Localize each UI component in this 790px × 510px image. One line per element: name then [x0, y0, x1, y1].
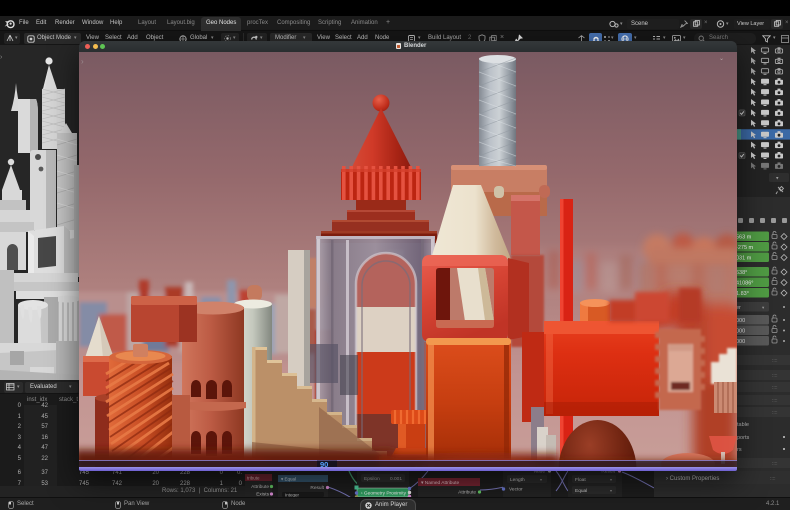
svg-text:tribute: tribute	[247, 476, 260, 481]
svg-text:Vector: Vector	[509, 487, 523, 493]
svg-text:563 m: 563 m	[736, 235, 752, 241]
svg-text:▾: ▾	[610, 488, 612, 493]
svg-text:::::: ::::	[772, 398, 778, 404]
svg-text:Attribute: Attribute	[251, 484, 269, 490]
svg-text:::::: ::::	[772, 385, 778, 391]
svg-text:›: ›	[0, 54, 3, 61]
svg-text:rs: rs	[737, 447, 742, 453]
svg-text:Attribute: Attribute	[458, 490, 476, 496]
svg-text:::::: ::::	[772, 410, 778, 416]
svg-text:› Custom Properties: › Custom Properties	[666, 476, 719, 482]
svg-text:0.001: 0.001	[390, 476, 402, 482]
svg-text:000: 000	[736, 339, 745, 345]
svg-text:::::: ::::	[772, 373, 778, 379]
svg-text:table: table	[737, 422, 749, 428]
svg-text:⌄: ⌄	[719, 56, 724, 62]
svg-text:638°: 638°	[736, 270, 747, 276]
svg-text:Length: Length	[510, 477, 525, 483]
svg-text:▾ Equal: ▾ Equal	[281, 477, 296, 482]
svg-text:▾: ▾	[610, 477, 612, 482]
svg-text:::::: ::::	[772, 461, 778, 467]
svg-text:›: ›	[81, 57, 84, 66]
svg-text:Result: Result	[310, 485, 324, 491]
svg-text:-275 m: -275 m	[736, 245, 754, 251]
svg-text:▾ Named Attribute: ▾ Named Attribute	[421, 480, 459, 486]
svg-text:000: 000	[736, 318, 745, 324]
svg-text:▾: ▾	[540, 477, 542, 482]
svg-text:41086°: 41086°	[736, 281, 754, 287]
svg-text:Float: Float	[575, 477, 586, 483]
svg-text:Equal: Equal	[575, 488, 587, 494]
svg-text:ports: ports	[737, 435, 749, 441]
svg-text:Epsilon: Epsilon	[364, 476, 380, 482]
svg-text:› Geometry Proximity: › Geometry Proximity	[361, 491, 407, 497]
svg-text:::::: ::::	[772, 358, 778, 364]
svg-text:::::: ::::	[770, 476, 776, 482]
svg-text:1.83°: 1.83°	[736, 291, 749, 297]
svg-text:031 m: 031 m	[736, 256, 752, 262]
svg-text:000: 000	[736, 329, 745, 335]
